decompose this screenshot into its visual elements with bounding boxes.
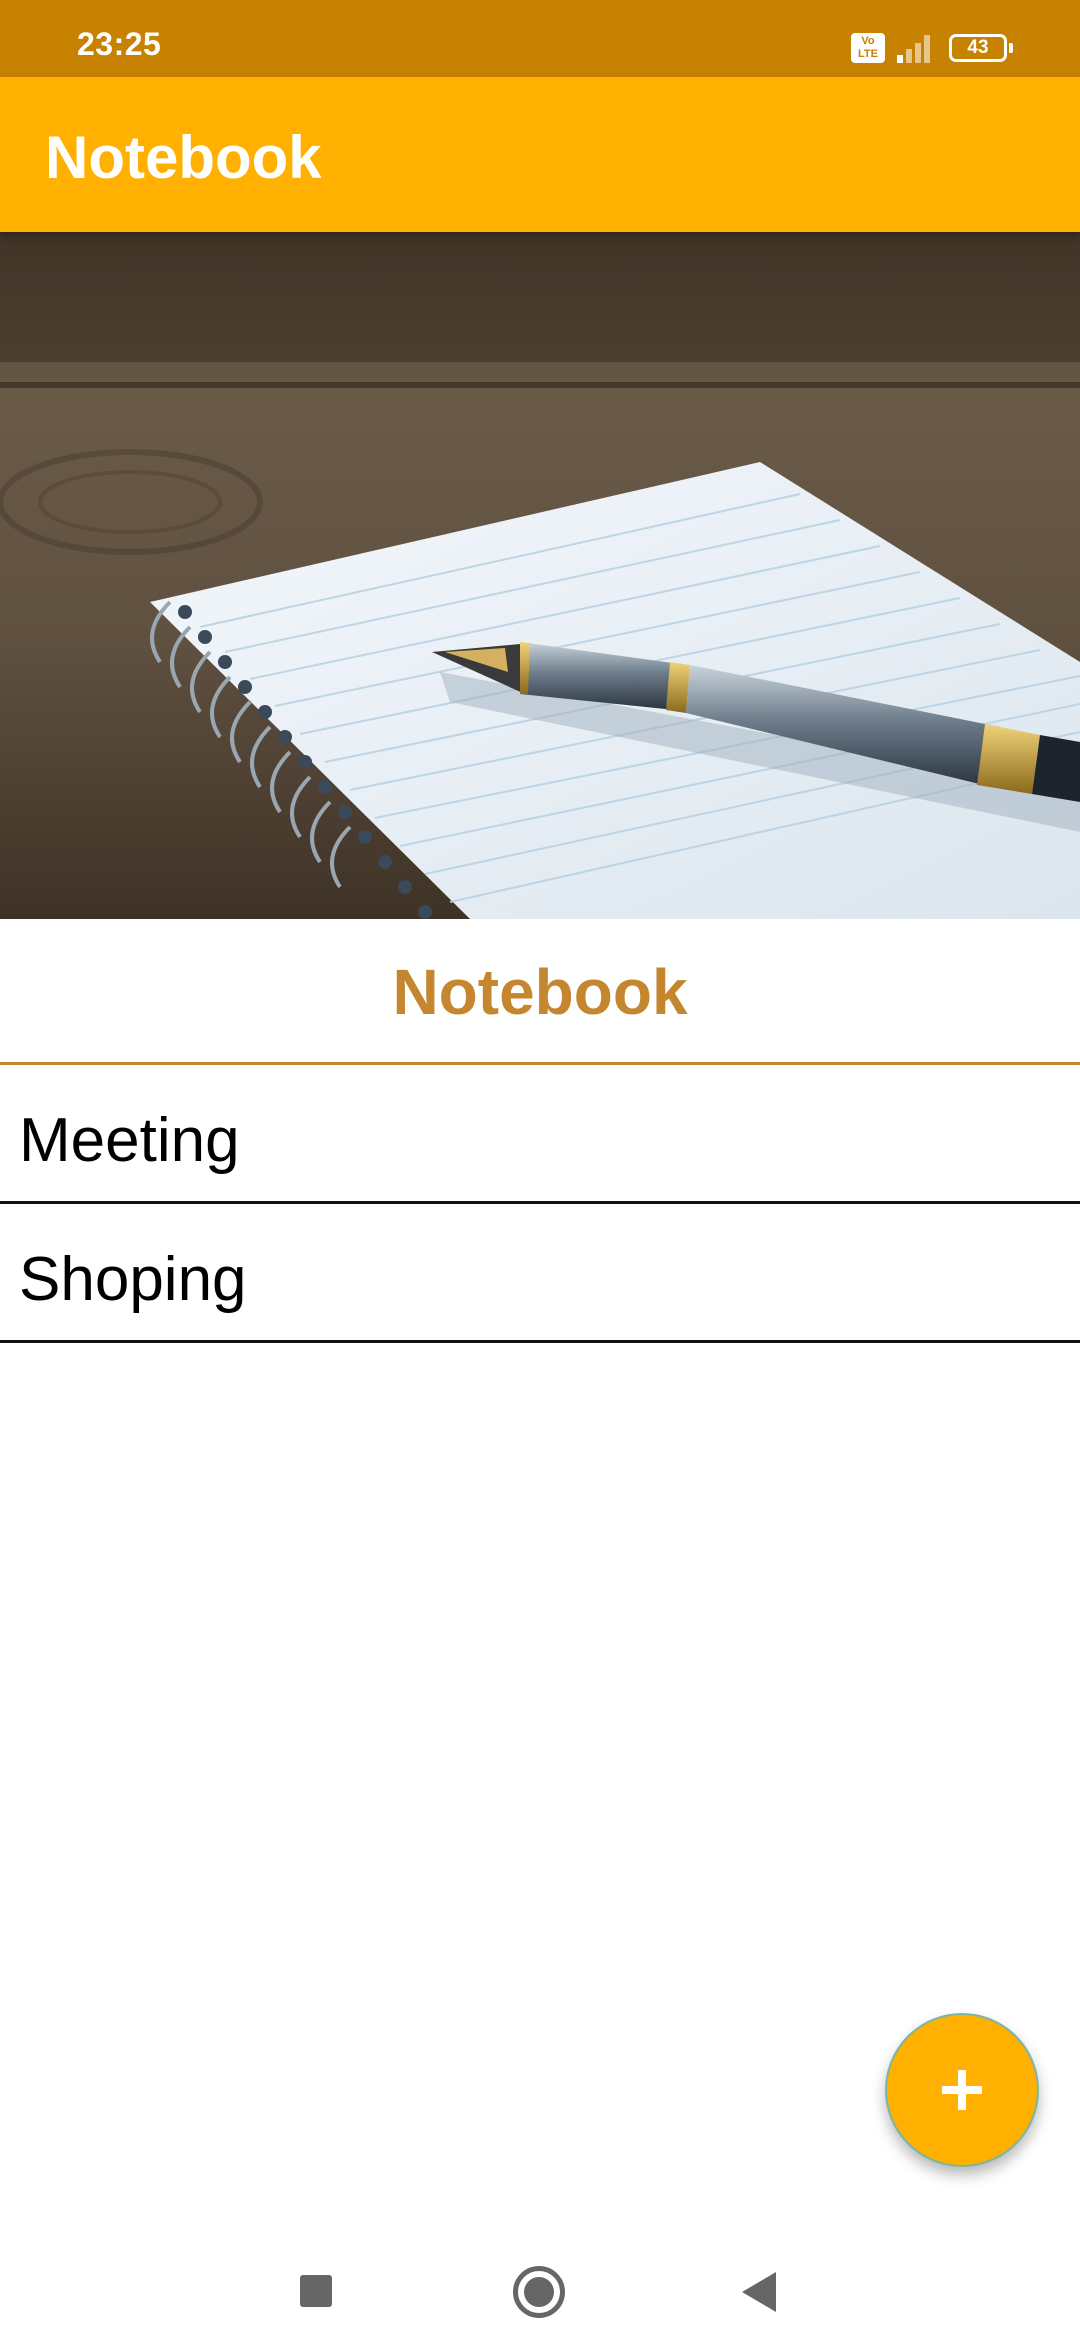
home-circle-icon[interactable] [513, 2266, 565, 2318]
plus-icon [942, 2070, 982, 2110]
list-item[interactable]: Shoping [0, 1204, 1080, 1343]
recents-square-icon[interactable] [300, 2275, 332, 2307]
note-title: Meeting [19, 1106, 240, 1175]
volte-icon: Vo LTE [851, 33, 885, 63]
battery-icon: 43 [949, 34, 1013, 62]
add-note-button[interactable] [885, 2013, 1039, 2167]
app-bar-title: Notebook [45, 124, 322, 191]
system-nav-bar [0, 2220, 1080, 2340]
hero-image [0, 232, 1080, 919]
status-bar: 23:25 Vo LTE 43 [0, 0, 1080, 77]
section-title: Notebook [392, 955, 688, 1028]
back-triangle-icon[interactable] [742, 2272, 776, 2312]
list-item[interactable]: Meeting [0, 1065, 1080, 1204]
app-bar: Notebook [0, 77, 1080, 232]
status-icons: Vo LTE 43 [851, 33, 1013, 63]
note-title: Shoping [19, 1245, 247, 1314]
signal-icon [897, 33, 937, 63]
status-time: 23:25 [77, 26, 162, 62]
notebook-pen-illustration [0, 232, 1080, 919]
notes-list: Meeting Shoping [0, 1065, 1080, 1343]
